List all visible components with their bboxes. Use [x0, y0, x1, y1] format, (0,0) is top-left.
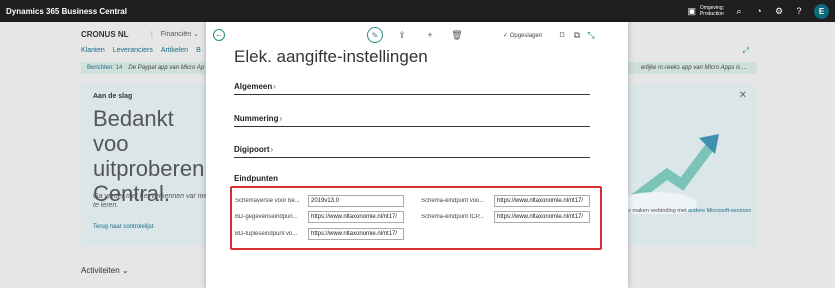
gear-icon[interactable]: ⚙	[774, 6, 784, 16]
tile-headline: Bedankt voo uitproberen Central.	[93, 106, 205, 206]
saved-status: ✓ Opgeslagen	[503, 33, 543, 39]
saved-label: Opgeslagen	[509, 33, 543, 39]
back-arrow-icon[interactable]: ←	[213, 29, 225, 41]
menu-item-finance[interactable]: Financiën	[161, 31, 191, 38]
tile-heading: Aan de slag	[93, 93, 133, 100]
nav-item-items[interactable]: Artikelen	[161, 47, 188, 54]
avatar[interactable]: E	[814, 3, 829, 19]
field-input-bd-data-endpoint[interactable]: https://www.nltaxonomie.nl/nt17/	[308, 211, 404, 223]
ticker-label[interactable]: Berichten: 14	[87, 65, 122, 71]
fasttab-endpoints-label: Eindpunten	[234, 174, 278, 183]
page-title: Elek. aangifte-instellingen	[234, 47, 428, 66]
nav-item-b[interactable]: B	[196, 47, 201, 54]
field-label-schema-endpoint: Schema-eindpunt voo...	[421, 198, 485, 204]
microsoft-services-link[interactable]: andere Microsoft-services	[688, 208, 751, 214]
activities-heading[interactable]: Activiteiten ⌄	[81, 266, 129, 275]
msft-text: ces maken verbinding met	[622, 208, 689, 214]
tile-description: Ga verder met het verkennen var meer te …	[93, 193, 214, 209]
help-icon[interactable]: ?	[794, 6, 804, 16]
app-bar: Dynamics 365 Business Central ▣ Omgeving…	[0, 0, 835, 22]
fasttab-general[interactable]: Algemeen›	[234, 82, 590, 95]
nav-item-vendors[interactable]: Leveranciers	[113, 47, 153, 54]
ticker-message[interactable]: De Paypal app van Micro Ap	[128, 65, 204, 71]
environment-indicator[interactable]: ▣ Omgeving: Production	[687, 5, 724, 17]
expand-icon[interactable]: ⤢	[743, 46, 749, 56]
fasttab-endpoints[interactable]: Eindpunten	[234, 174, 590, 186]
open-new-window-icon[interactable]: ⧉	[572, 27, 582, 43]
fasttab-digipoort-label: Digipoort	[234, 145, 270, 154]
chevron-right-icon: ›	[279, 114, 283, 123]
field-label-schema-endpoint-icp: Schema-eindpunt ICP...	[421, 214, 484, 220]
ticker-message-right[interactable]: erlijke rc-reeks app van Micro Apps is .…	[641, 65, 747, 71]
field-label-schema-version: Schemaversie voor be...	[235, 198, 300, 204]
field-label-bd-data-endpoint: BD-gegevenseindpun...	[235, 214, 298, 220]
field-input-schema-endpoint[interactable]: https://www.nltaxonomie.nl/nt17/	[494, 195, 590, 207]
search-icon[interactable]: ⌕	[734, 6, 744, 16]
checklist-link[interactable]: Terug naar controlelijst	[93, 224, 153, 230]
edit-pencil-icon[interactable]: ✎	[367, 27, 383, 43]
bookmark-icon[interactable]: ⌑	[557, 27, 567, 43]
bell-icon[interactable]: ◔	[754, 6, 764, 16]
app-title[interactable]: Dynamics 365 Business Central	[6, 7, 127, 16]
chevron-down-icon: ⌄	[121, 266, 129, 275]
environment-name: Production	[699, 11, 724, 17]
collapse-icon[interactable]: ⤡	[586, 27, 596, 43]
nav-item-customers[interactable]: Klanten	[81, 47, 105, 54]
app-bar-actions: ▣ Omgeving: Production ⌕ ◔ ⚙ ? E	[687, 0, 829, 22]
fasttab-general-label: Algemeen	[234, 82, 273, 91]
field-input-schema-version[interactable]: 2019v13.0	[308, 195, 404, 207]
chevron-right-icon: ›	[270, 145, 274, 154]
activities-label: Activiteiten	[81, 266, 120, 275]
fasttab-numbering-label: Nummering	[234, 114, 279, 123]
close-icon[interactable]: ✕	[739, 90, 747, 101]
field-input-bd-tuples-endpoint[interactable]: https://www.nltaxonomie.nl/nt17/	[308, 228, 404, 240]
chevron-down-icon: ⌄	[193, 31, 199, 38]
microsoft-services-note: ces maken verbinding met andere Microsof…	[622, 208, 751, 214]
company-name[interactable]: CRONUS NL	[81, 30, 129, 39]
chevron-right-icon: ›	[273, 82, 276, 91]
delete-icon[interactable]: 🗑	[451, 27, 463, 43]
fasttab-digipoort[interactable]: Digipoort›	[234, 145, 590, 158]
field-label-bd-tuples-endpoint: BD-tupleseindpunt vo...	[235, 231, 298, 237]
share-icon[interactable]: ⇪	[396, 27, 408, 43]
field-input-schema-endpoint-icp[interactable]: https://www.nltaxonomie.nl/nt17/	[494, 211, 590, 223]
briefcase-icon: ▣	[687, 6, 697, 16]
navigation-bar: Klanten Leveranciers Artikelen B	[81, 47, 201, 54]
fasttab-numbering[interactable]: Nummering›	[234, 114, 590, 127]
add-icon[interactable]: +	[424, 27, 436, 43]
